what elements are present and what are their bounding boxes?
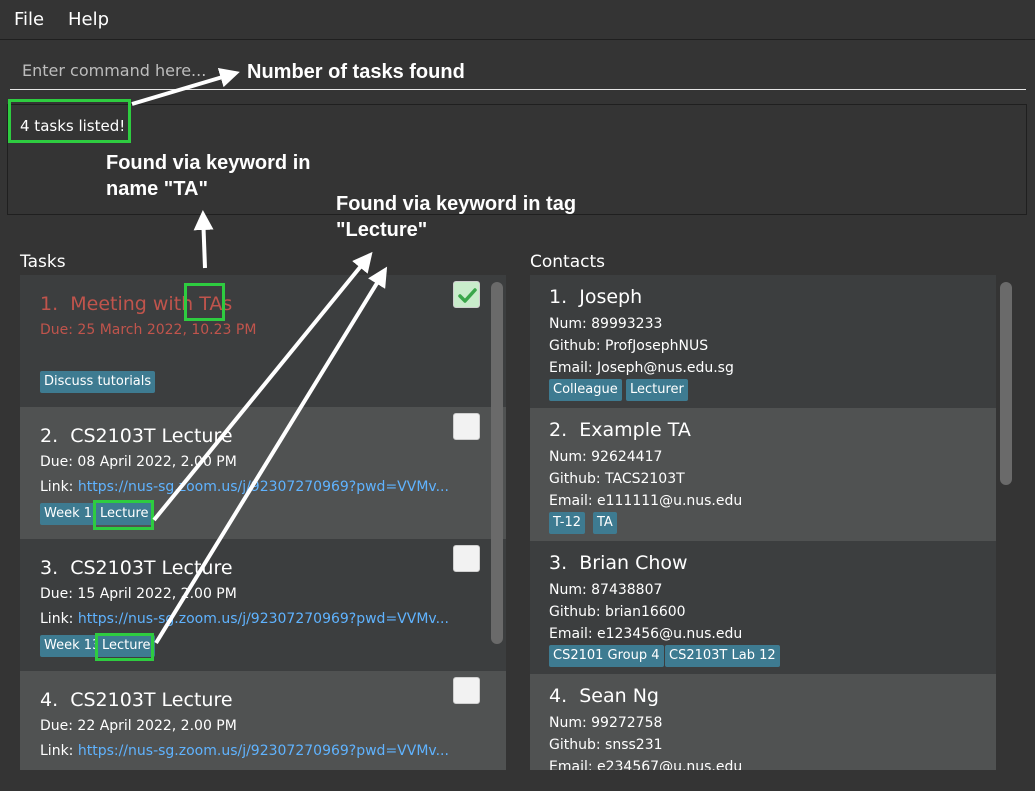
annotation-name: Found via keyword in name "TA" (106, 152, 311, 200)
arrow-tag-1 (152, 251, 373, 522)
annotation-count: Number of tasks found (247, 61, 465, 83)
arrow-count (131, 67, 240, 106)
arrow-tag-2 (154, 266, 388, 645)
annotation-tag: Found via keyword in tag "Lecture" (336, 193, 577, 241)
arrow-name (193, 210, 214, 269)
annotation-arrows (131, 67, 388, 645)
